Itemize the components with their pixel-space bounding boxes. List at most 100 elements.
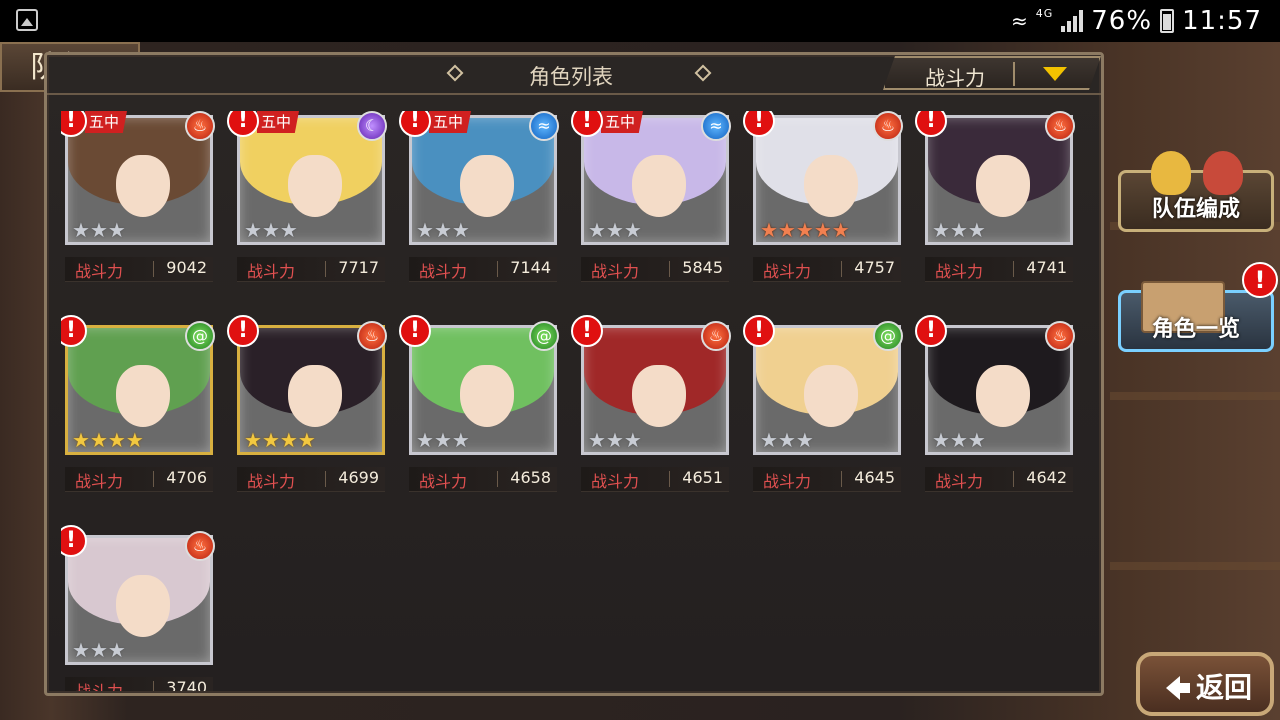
star-icon: ★ [967,428,986,452]
star-icon: ★ [795,218,814,242]
star-icon: ★ [433,428,452,452]
team-edit-button[interactable]: 队伍编成 [1118,151,1274,232]
star-icon: ★ [261,218,280,242]
character-card[interactable]: ★ ★ ★! ♨ 战斗力 4651 [571,315,731,501]
rarity-stars: ★ ★ ★ [244,220,298,240]
star-icon: ★ [451,428,470,452]
star-icon: ★ [72,638,90,662]
in-team-badge: 五中 [257,111,300,133]
power-value: 9042 [166,258,207,277]
back-button[interactable]: 返回 [1136,652,1274,716]
power-label: 战斗力 [763,472,812,491]
sort-dropdown[interactable]: 战斗力 [883,56,1101,90]
rarity-stars: ★ ★ ★ ★ [244,430,316,450]
star-icon: ★ [777,218,796,242]
star-icon: ★ [72,218,90,242]
star-icon: ★ [89,638,108,662]
fire-element-icon: ♨ [873,111,903,141]
star-icon: ★ [760,218,778,242]
character-card[interactable]: ★ ★ ★! 五中 ♨ 战斗力 9042 [61,111,215,291]
arrow-left-icon [1166,676,1190,700]
chibi-icon [1151,151,1191,195]
power-divider [841,471,842,487]
power-row: 战斗力 4706 [65,467,213,492]
water-element-icon: ≈ [701,111,731,141]
character-card[interactable]: ★ ★ ★! ♨ 战斗力 4642 [915,315,1075,501]
in-team-badge: 五中 [601,111,644,133]
character-card[interactable]: ★ ★ ★! 五中 ≈ 战斗力 5845 [571,111,731,291]
star-icon: ★ [967,218,986,242]
power-label: 战斗力 [75,262,124,281]
power-divider [1013,261,1014,277]
star-icon: ★ [777,428,796,452]
power-row: 战斗力 4642 [925,467,1073,492]
star-icon: ★ [605,218,624,242]
star-icon: ★ [605,428,624,452]
star-icon: ★ [949,218,968,242]
star-icon: ★ [297,428,316,452]
alert-icon: ! [915,315,947,347]
star-icon: ★ [433,218,452,242]
fire-element-icon: ♨ [185,111,215,141]
star-icon: ★ [107,638,126,662]
star-icon: ★ [244,428,262,452]
rarity-stars: ★ ★ ★ [416,220,470,240]
character-card[interactable]: ★ ★ ★ ★! @ 战斗力 4706 [61,315,215,501]
star-icon: ★ [72,428,90,452]
star-icon: ★ [261,428,280,452]
character-card[interactable]: ★ ★ ★! 五中 ≈ 战斗力 7144 [399,111,559,291]
character-list-button[interactable]: 角色一览 [1118,281,1274,352]
star-icon: ★ [588,428,606,452]
rarity-stars: ★ ★ ★ [588,220,642,240]
star-icon: ★ [831,218,850,242]
power-row: 战斗力 9042 [65,257,213,282]
star-icon: ★ [795,428,814,452]
sort-label: 战斗力 [925,66,985,90]
power-label: 战斗力 [419,472,468,491]
character-card[interactable]: ★ ★ ★! @ 战斗力 4658 [399,315,559,501]
back-label: 返回 [1196,671,1253,704]
power-row: 战斗力 5845 [581,257,729,282]
power-label: 战斗力 [75,472,124,491]
star-icon: ★ [623,428,642,452]
panel-title: 角色列表 [529,65,613,89]
power-label: 战斗力 [419,262,468,281]
power-label: 战斗力 [75,678,123,691]
power-value: 4699 [338,468,379,487]
star-icon: ★ [125,428,144,452]
rarity-stars: ★ ★ ★ ★ [72,430,144,450]
rarity-stars: ★ ★ ★ [416,430,470,450]
battery-percent: 76% [1091,6,1153,36]
power-value: 4706 [166,468,207,487]
star-icon: ★ [932,218,950,242]
power-divider [1013,471,1014,487]
alert-icon: ! [1242,262,1278,298]
character-card[interactable]: ★ ★ ★! 五中 ☾ 战斗力 7717 [227,111,387,291]
power-divider [497,261,498,277]
wind-element-icon: @ [529,321,559,351]
character-card[interactable]: ★ ★ ★! ♨ 战斗力 4741 [915,111,1075,291]
character-card[interactable]: ★ ★ ★ ★! ♨ 战斗力 4699 [227,315,387,501]
star-icon: ★ [416,428,434,452]
in-team-badge: 五中 [85,111,128,133]
star-icon: ★ [89,428,108,452]
rarity-stars: ★ ★ ★ [760,430,814,450]
power-value: 4645 [854,468,895,487]
alert-icon: ! [227,315,259,347]
chevron-down-icon[interactable] [1043,67,1067,81]
power-value: 4658 [510,468,551,487]
in-team-badge: 五中 [429,111,472,133]
character-card[interactable]: ★ ★ ★ ★ ★! ♨ 战斗力 4757 [743,111,903,291]
rarity-stars: ★ ★ ★ ★ ★ [760,220,850,240]
power-divider [841,261,842,277]
character-list-panel: 角色列表 战斗力 ★ ★ ★! 五中 ♨ 战斗力 9042 ★ ★ ★! 五中 ☾ 战斗力 7717 ★ ★ ★… [44,52,1104,696]
wind-element-icon: @ [873,321,903,351]
character-card[interactable]: ★★★!♨战斗力3740 [61,525,215,691]
fire-element-icon: ♨ [1045,321,1075,351]
panel-header: 角色列表 战斗力 [47,55,1101,95]
battery-icon [1160,9,1175,33]
power-row: 战斗力 7144 [409,257,557,282]
fire-element-icon: ♨ [701,321,731,351]
character-card[interactable]: ★ ★ ★! @ 战斗力 4645 [743,315,903,501]
gallery-icon [16,9,38,31]
